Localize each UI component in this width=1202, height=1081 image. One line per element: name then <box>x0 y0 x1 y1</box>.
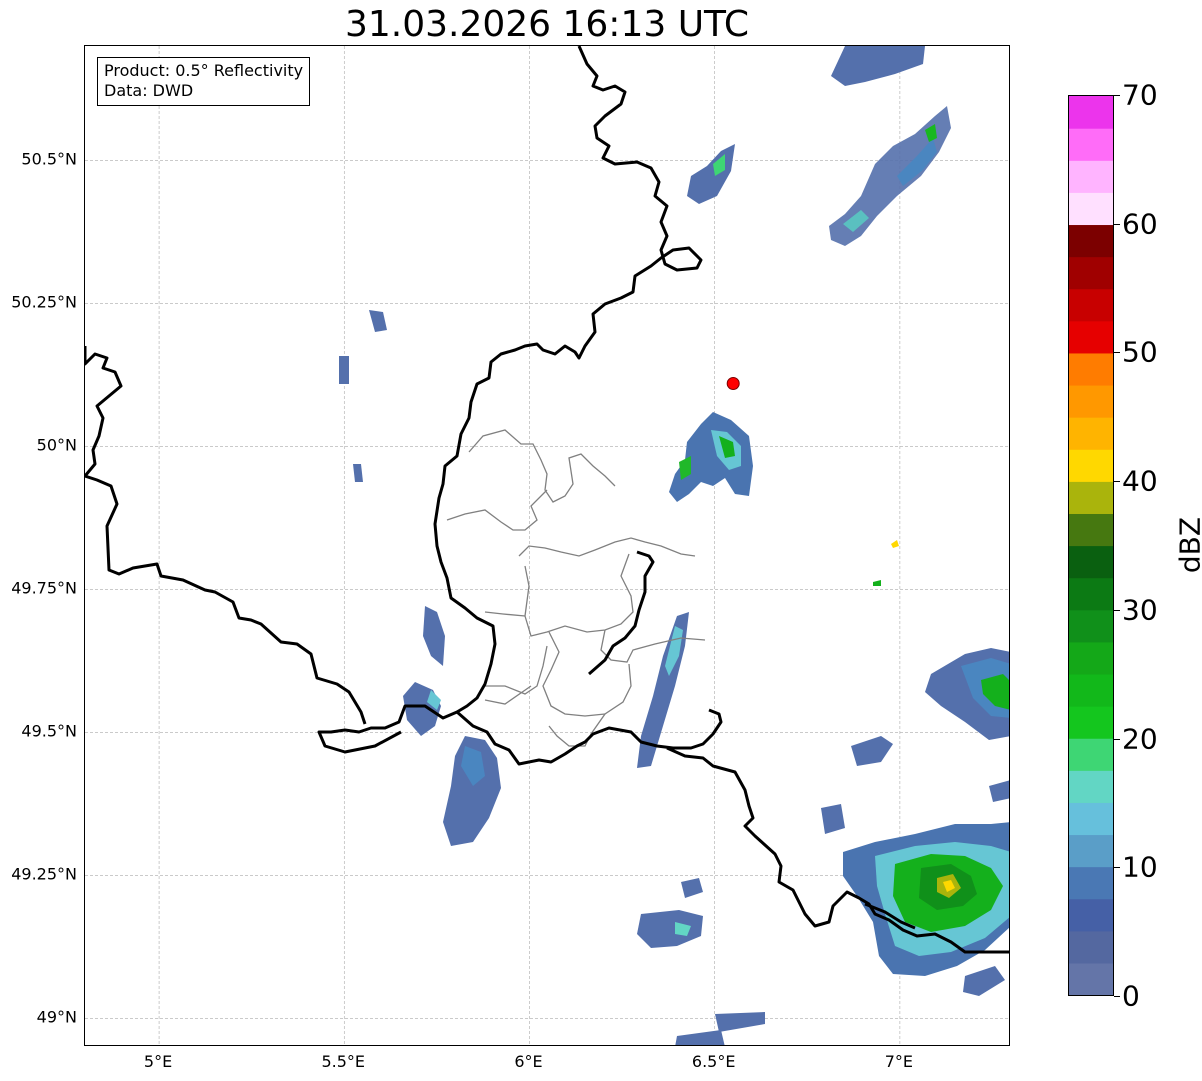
lon-tick-label: 7°E <box>884 1052 914 1071</box>
colorbar-swatch <box>1069 128 1113 161</box>
colorbar-swatch <box>1069 962 1113 995</box>
lon-tick-label: 6.5°E <box>691 1052 736 1071</box>
colorbar-swatch <box>1069 641 1113 675</box>
colorbar-tick-label: 50 <box>1122 335 1158 369</box>
lon-tick-label: 5.5°E <box>321 1052 366 1071</box>
colorbar-tick-label: 70 <box>1122 78 1158 112</box>
colorbar-swatch <box>1069 320 1113 354</box>
lat-tick-label: 50.25°N <box>11 292 77 312</box>
echo-area <box>851 736 893 766</box>
colorbar-tick-label: 20 <box>1122 722 1158 756</box>
lat-tick-label: 49°N <box>36 1007 77 1027</box>
echo-area <box>369 310 387 332</box>
colorbar-swatch <box>1069 866 1113 900</box>
echo-area <box>423 606 445 666</box>
colorbar-swatch <box>1069 481 1113 514</box>
echo-area <box>873 580 881 586</box>
colorbar-swatch <box>1069 192 1113 226</box>
radar-site-marker <box>726 376 740 390</box>
colorbar-swatch <box>1069 770 1113 803</box>
lat-tick-label: 50°N <box>36 435 77 455</box>
colorbar-tick-mark <box>1114 481 1120 483</box>
echo-area <box>339 356 349 384</box>
lat-tick-label: 50.5°N <box>21 149 77 169</box>
echo-area <box>681 878 703 898</box>
colorbar-swatch <box>1069 160 1113 193</box>
colorbar-swatch <box>1069 930 1113 964</box>
product-info-box: Product: 0.5° Reflectivity Data: DWD <box>97 57 311 106</box>
colorbar-swatch <box>1069 513 1113 547</box>
colorbar-tick-label: 60 <box>1122 207 1158 241</box>
echo-area <box>715 1012 765 1032</box>
data-source-label: Data: DWD <box>104 81 194 100</box>
colorbar-tick-mark <box>1114 609 1120 611</box>
colorbar-swatch <box>1069 673 1113 707</box>
colorbar-tick-label: 0 <box>1122 979 1140 1013</box>
colorbar-tick-mark <box>1114 352 1120 354</box>
lon-tick-label: 6°E <box>514 1052 543 1071</box>
radar-map[interactable] <box>84 45 1010 1046</box>
colorbar <box>1068 95 1114 996</box>
echo-area <box>675 1030 725 1045</box>
colorbar-swatch <box>1069 224 1113 258</box>
colorbar-tick-label: 40 <box>1122 464 1158 498</box>
colorbar-swatch <box>1069 609 1113 643</box>
colorbar-swatch <box>1069 802 1113 836</box>
echo-area <box>637 910 703 948</box>
colorbar-swatch <box>1069 417 1113 450</box>
colorbar-swatch <box>1069 256 1113 290</box>
map-canvas <box>85 46 1009 1045</box>
product-label: Product: 0.5° Reflectivity <box>104 61 304 80</box>
colorbar-swatch <box>1069 898 1113 932</box>
echo-area <box>963 966 1005 996</box>
echo-area <box>353 464 363 482</box>
colorbar-tick-mark <box>1114 996 1120 997</box>
colorbar-swatch <box>1069 738 1113 771</box>
lon-tick-label: 5°E <box>143 1052 173 1071</box>
map-title: 31.03.2026 16:13 UTC <box>344 4 750 45</box>
echo-area <box>891 540 899 548</box>
echo-area <box>989 780 1009 802</box>
colorbar-swatch <box>1069 384 1113 418</box>
reflectivity-echoes <box>339 46 1009 1045</box>
colorbar-tick-label: 30 <box>1122 593 1158 627</box>
colorbar-tick-mark <box>1114 867 1120 869</box>
colorbar-swatch <box>1069 352 1113 386</box>
echo-area <box>821 804 845 834</box>
colorbar-tick-mark <box>1114 738 1120 740</box>
colorbar-swatch <box>1069 834 1113 868</box>
colorbar-swatch <box>1069 545 1113 579</box>
colorbar-swatch <box>1069 288 1113 322</box>
lat-tick-label: 49.25°N <box>11 864 77 884</box>
colorbar-swatches <box>1069 96 1113 995</box>
colorbar-swatch <box>1069 706 1113 739</box>
colorbar-swatch <box>1069 577 1113 611</box>
lat-tick-label: 49.75°N <box>11 578 77 598</box>
colorbar-tick-label: 10 <box>1122 850 1158 884</box>
lat-tick-label: 49.5°N <box>21 721 77 741</box>
colorbar-tick-mark <box>1114 95 1120 96</box>
colorbar-swatch <box>1069 449 1113 482</box>
echo-area <box>687 144 735 204</box>
colorbar-tick-mark <box>1114 223 1120 225</box>
colorbar-label: dBZ <box>1173 516 1202 574</box>
echo-area <box>403 682 441 736</box>
echo-area <box>831 46 925 86</box>
colorbar-swatch <box>1069 96 1113 129</box>
